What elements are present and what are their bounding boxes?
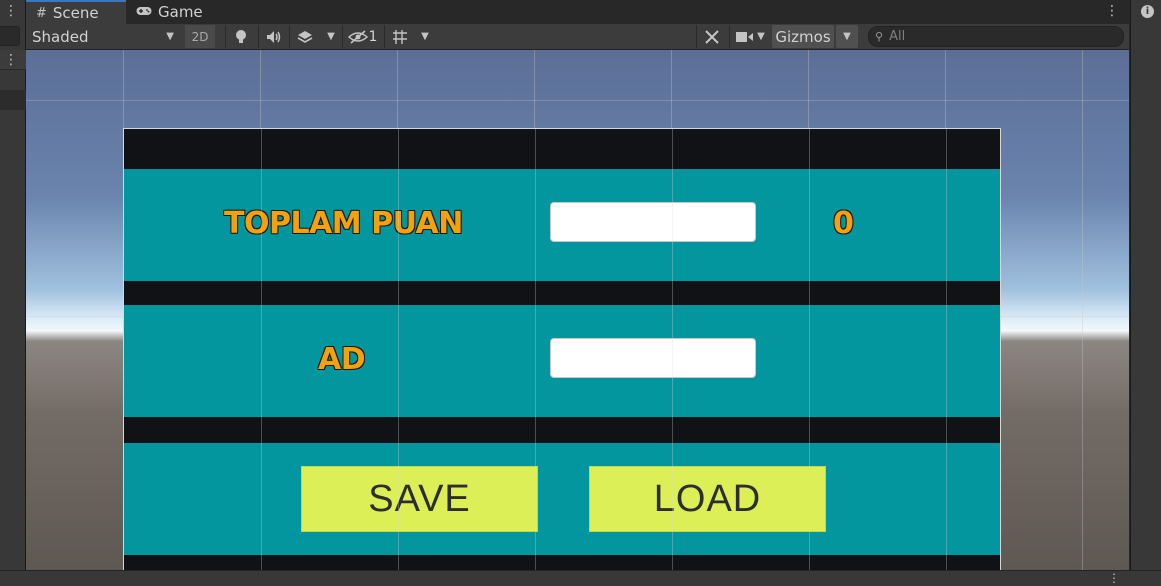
info-icon[interactable]: i [1141,5,1154,18]
grid-line [946,129,947,570]
status-bar: ⋮ [0,570,1161,586]
name-input-field[interactable] [550,338,756,378]
grid-line [1082,50,1083,570]
shading-mode-dropdown[interactable]: Shaded ▼ [26,25,180,48]
chevron-down-icon: ▼ [757,31,765,42]
gizmos-button[interactable]: Gizmos [772,25,834,48]
scene-visibility-toggle[interactable]: 1 [342,25,382,48]
left-panel-header: ⋮ [0,50,26,70]
chevron-down-icon: ▼ [166,31,174,42]
grid-line [261,129,262,570]
tools-icon [704,29,719,44]
chevron-down-icon: ▼ [843,31,851,42]
grid-snap-icon [392,29,407,44]
tab-game-label: Game [158,3,203,21]
grid-icon: # [36,5,47,21]
tab-scene[interactable]: # Scene [26,0,126,24]
grid-dropdown[interactable]: ▼ [415,25,435,48]
right-panel: i [1130,0,1161,570]
lightbulb-icon [235,29,246,43]
tab-scene-label: Scene [52,4,99,22]
scene-viewport[interactable]: TOPLAM PUAN 0 AD SAVE LOAD [26,50,1129,570]
scene-toolbar: Shaded ▼ 2D ▼ 1 ▼ ▼ Gizmos ▼ ⚲ All [26,24,1129,50]
camera-icon [736,31,754,42]
left-panel-menu-icon[interactable]: ⋮ [4,4,18,18]
tools-button[interactable] [696,25,726,48]
gizmos-dropdown[interactable]: ▼ [836,25,858,48]
status-bar-menu-icon[interactable]: ⋮ [1108,571,1120,585]
eye-slash-icon [347,29,368,44]
chevron-down-icon: ▼ [327,31,335,42]
score-value: 0 [833,206,854,241]
load-button[interactable]: LOAD [589,466,826,532]
left-panel-header-menu-icon[interactable]: ⋮ [4,52,18,68]
gamepad-icon [136,5,152,20]
lighting-toggle[interactable] [225,25,255,48]
grid-line [398,129,399,570]
load-button-label: LOAD [653,477,762,520]
toggle-2d-button[interactable]: 2D [185,25,215,48]
name-label: AD [318,342,366,377]
effects-toggle[interactable] [289,25,319,48]
grid-line [26,100,1129,101]
search-placeholder: All [889,29,906,44]
tab-game[interactable]: Game [126,0,216,24]
toggle-2d-label: 2D [191,29,209,44]
gizmos-label: Gizmos [775,27,831,46]
score-label: TOPLAM PUAN [224,206,463,241]
game-ui-canvas: TOPLAM PUAN 0 AD SAVE LOAD [123,128,1001,570]
search-input[interactable]: ⚲ All [868,26,1124,47]
search-icon: ⚲ [875,30,884,43]
shading-mode-label: Shaded [32,27,89,46]
audio-toggle[interactable] [258,25,288,48]
save-button[interactable]: SAVE [301,466,538,532]
tab-bar-menu-icon[interactable]: ⋮ [1105,3,1119,19]
left-panel: ⋮ ⋮ [0,0,26,570]
unity-editor-window: ⋮ ⋮ # Scene Game ⋮ Shaded ▼ 2D ▼ 1 ▼ ▼ G… [0,0,1161,586]
effects-dropdown[interactable]: ▼ [321,25,341,48]
buttons-panel [124,443,1000,555]
grid-line [672,129,673,570]
chevron-down-icon: ▼ [421,31,429,42]
hidden-count: 1 [368,28,378,45]
camera-settings-button[interactable]: ▼ [729,25,771,48]
score-input-field[interactable] [550,202,756,242]
layers-icon [297,30,312,43]
grid-toggle[interactable] [384,25,414,48]
grid-line [809,129,810,570]
grid-line [535,129,536,570]
left-panel-selected-row[interactable] [0,90,26,110]
tab-bar: # Scene Game ⋮ [26,0,1129,24]
left-panel-field[interactable] [0,26,20,46]
save-button-label: SAVE [368,477,471,520]
speaker-icon [266,30,280,43]
